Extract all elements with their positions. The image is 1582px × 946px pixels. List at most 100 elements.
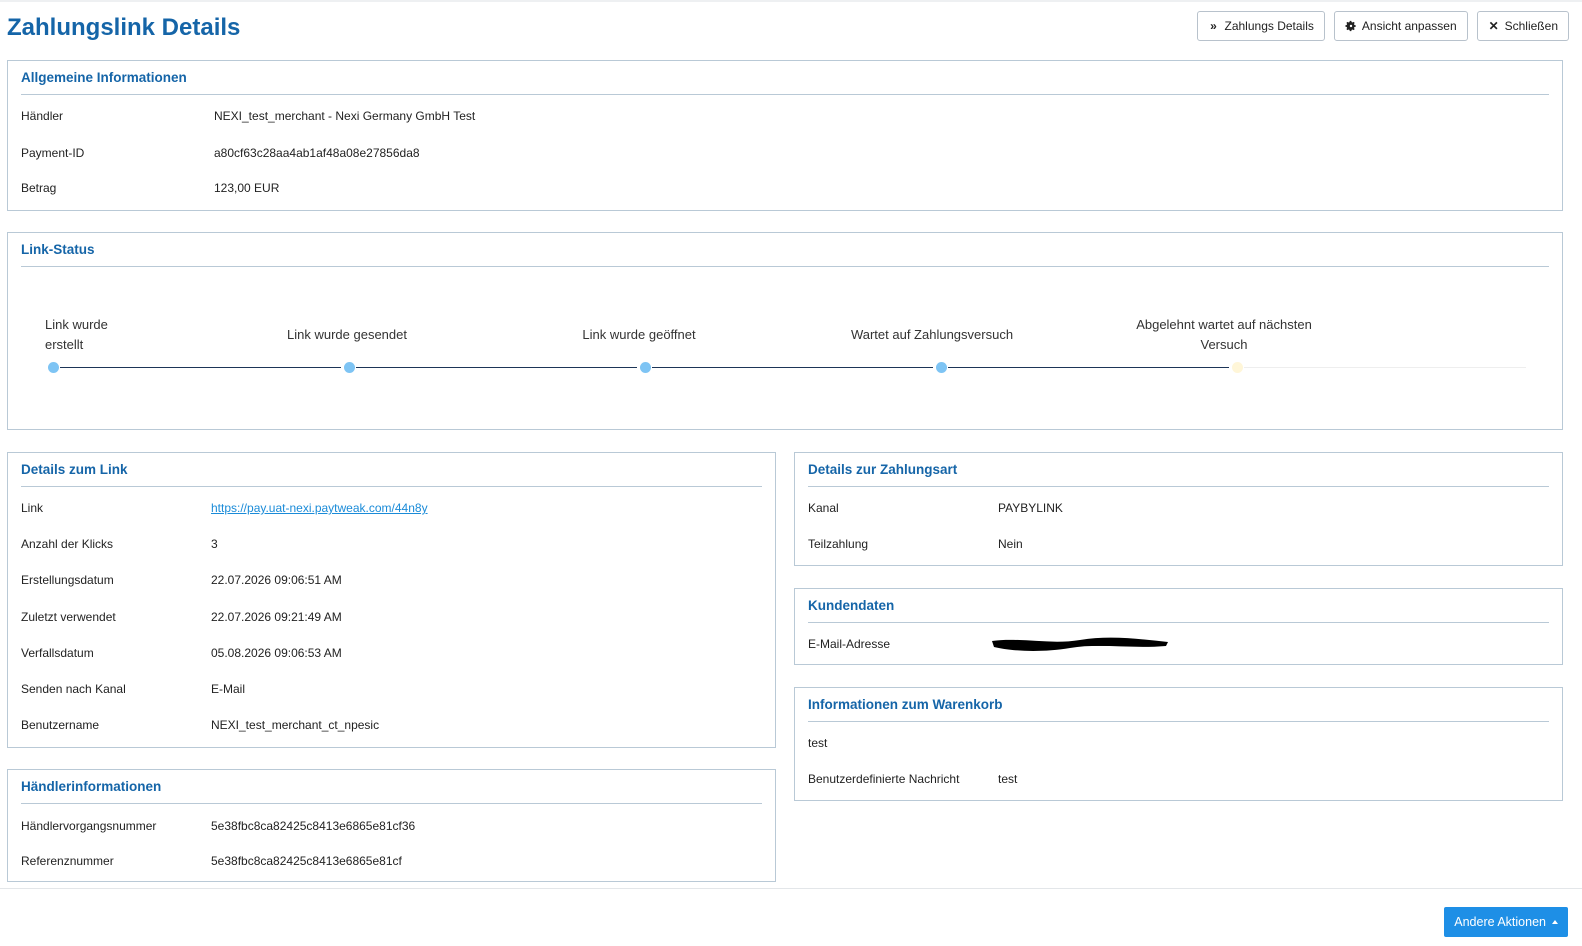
link-label: Link [21,501,44,515]
header-actions: » Zahlungs Details Ansicht anpassen ✕ Sc… [1196,11,1569,41]
payment-id-value: a80cf63c28aa4ab1af48a08e27856da8 [214,146,420,160]
page-title: Zahlungslink Details [7,14,241,41]
divider [808,622,1549,623]
merchant-transaction-value: 5e38fbc8ca82425c8413e6865e81cf36 [211,819,416,833]
channel-row: Senden nach Kanal E-Mail [21,682,762,698]
email-label: E-Mail-Adresse [808,637,891,651]
kanal-label: Kanal [808,501,839,515]
installment-label: Teilzahlung [808,537,869,551]
expiry-value: 05.08.2026 09:06:53 AM [211,646,342,660]
reference-value: 5e38fbc8ca82425c8413e6865e81cf [211,854,402,868]
payment-link[interactable]: https://pay.uat-nexi.paytweak.com/44n8y [211,501,428,515]
step-connector [60,367,341,368]
custom-message-row: Benutzerdefinierte Nachricht test [808,772,1549,788]
merchant-info-title: Händlerinformationen [21,779,162,794]
merchant-info-card: Händlerinformationen Händlervorgangsnumm… [7,769,776,882]
cart-item-row: test [808,736,1549,752]
divider [21,803,762,804]
step-connector [948,367,1229,368]
username-value: NEXI_test_merchant_ct_npesic [211,718,380,732]
other-actions-label: Andere Aktionen [1454,915,1546,929]
merchant-transaction-row: Händlervorgangsnummer 5e38fbc8ca82425c84… [21,819,762,835]
custom-message-value: test [998,772,1018,786]
step-dot-declined [1232,362,1243,373]
link-row: Link https://pay.uat-nexi.paytweak.com/4… [21,501,762,517]
payment-id-label: Payment-ID [21,146,85,160]
clicks-value: 3 [211,537,218,551]
link-details-title: Details zum Link [21,462,128,477]
payment-details-button[interactable]: » Zahlungs Details [1196,11,1325,41]
created-value: 22.07.2026 09:06:51 AM [211,573,342,587]
email-row: E-Mail-Adresse [808,637,1549,653]
divider [21,94,1549,95]
last-used-row: Zuletzt verwendet 22.07.2026 09:21:49 AM [21,610,762,626]
step-connector-pending [1244,367,1526,368]
amount-value: 123,00 EUR [214,181,280,195]
divider [808,721,1549,722]
payment-details-label: Zahlungs Details [1224,19,1314,33]
kanal-row: Kanal PAYBYLINK [808,501,1549,517]
other-actions-button[interactable]: Andere Aktionen [1444,907,1568,937]
close-label: Schließen [1504,19,1558,33]
step-label-awaiting: Wartet auf Zahlungsversuch [850,327,1014,342]
created-row: Erstellungsdatum 22.07.2026 09:06:51 AM [21,573,762,589]
amount-row: Betrag 123,00 EUR [21,181,1549,197]
step-label-sent: Link wurde gesendet [287,327,407,342]
payment-id-row: Payment-ID a80cf63c28aa4ab1af48a08e27856… [21,146,1549,162]
clicks-row: Anzahl der Klicks 3 [21,537,762,553]
installment-value: Nein [998,537,1023,551]
double-chevron-right-icon: » [1210,19,1217,33]
redacted-email [992,637,1168,651]
customize-view-button[interactable]: Ansicht anpassen [1333,11,1468,41]
clicks-label: Anzahl der Klicks [21,537,114,551]
divider [808,486,1549,487]
divider [21,266,1549,267]
divider [21,486,762,487]
channel-label: Senden nach Kanal [21,682,126,696]
expiry-row: Verfallsdatum 05.08.2026 09:06:53 AM [21,646,762,662]
step-connector [356,367,637,368]
merchant-value: NEXI_test_merchant - Nexi Germany GmbH T… [214,109,476,123]
last-used-value: 22.07.2026 09:21:49 AM [211,610,342,624]
customer-card: Kundendaten E-Mail-Adresse [794,588,1563,665]
gear-icon [1345,20,1357,32]
payment-method-title: Details zur Zahlungsart [808,462,958,477]
step-dot-opened [640,362,651,373]
merchant-row: Händler NEXI_test_merchant - Nexi German… [21,109,1549,125]
kanal-value: PAYBYLINK [998,501,1063,515]
step-label-opened: Link wurde geöffnet [582,327,696,342]
step-dot-sent [344,362,355,373]
expiry-label: Verfallsdatum [21,646,94,660]
step-dot-awaiting [936,362,947,373]
merchant-transaction-label: Händlervorgangsnummer [21,819,157,833]
cart-item-label: test [808,736,828,750]
general-info-card: Allgemeine Informationen Händler NEXI_te… [7,60,1563,211]
last-used-label: Zuletzt verwendet [21,610,116,624]
top-border [0,0,1582,2]
link-details-card: Details zum Link Link https://pay.uat-ne… [7,452,776,748]
close-icon: ✕ [1488,19,1499,33]
close-button[interactable]: ✕ Schließen [1476,11,1569,41]
payment-method-card: Details zur Zahlungsart Kanal PAYBYLINK … [794,452,1563,566]
customer-title: Kundendaten [808,598,895,613]
merchant-label: Händler [21,109,64,123]
amount-label: Betrag [21,181,57,195]
reference-label: Referenznummer [21,854,114,868]
reference-row: Referenznummer 5e38fbc8ca82425c8413e6865… [21,854,762,870]
footer-bar: Andere Aktionen [0,888,1582,946]
cart-title: Informationen zum Warenkorb [808,697,1003,712]
caret-up-icon [1552,920,1558,924]
custom-message-label: Benutzerdefinierte Nachricht [808,772,960,786]
created-label: Erstellungsdatum [21,573,114,587]
channel-value: E-Mail [211,682,246,696]
username-row: Benutzername NEXI_test_merchant_ct_npesi… [21,718,762,734]
general-info-title: Allgemeine Informationen [21,70,187,85]
step-label-declined: Abgelehnt wartet auf nächsten Versuch [1136,317,1312,352]
step-label-created: Link wurde erstellt [45,317,108,352]
customize-view-label: Ansicht anpassen [1361,19,1457,33]
link-status-title: Link-Status [21,242,95,257]
link-status-card: Link-Status Link wurde erstellt Link wur… [7,232,1563,430]
installment-row: Teilzahlung Nein [808,537,1549,553]
username-label: Benutzername [21,718,100,732]
step-connector [652,367,933,368]
